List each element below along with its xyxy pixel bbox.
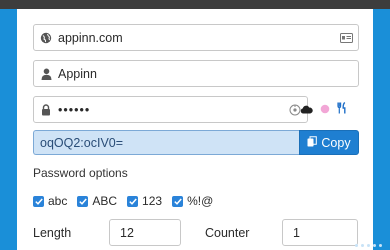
username-value: Appinn bbox=[58, 66, 97, 81]
pink-dot-icon bbox=[320, 101, 330, 119]
checkbox-checked-icon[interactable] bbox=[77, 195, 89, 207]
copy-label: Copy bbox=[321, 135, 351, 150]
option-label: %!@ bbox=[187, 194, 214, 208]
password-indicators bbox=[300, 96, 347, 123]
copy-button[interactable]: Copy bbox=[299, 130, 359, 155]
window-titlebar bbox=[0, 0, 390, 9]
option-label: 123 bbox=[142, 194, 163, 208]
password-value: •••••• bbox=[58, 102, 91, 117]
main-panel: appinn.com Appinn •••••• oqOQ2:ocIV0= Co… bbox=[17, 9, 373, 250]
domain-value: appinn.com bbox=[58, 30, 123, 45]
checkbox-checked-icon[interactable] bbox=[127, 195, 139, 207]
generated-password-value: oqOQ2:ocIV0= bbox=[40, 135, 124, 150]
fork-knife-icon bbox=[337, 101, 347, 119]
counter-label: Counter bbox=[205, 226, 250, 240]
length-input[interactable]: 12 bbox=[109, 219, 181, 246]
counter-value: 1 bbox=[293, 225, 300, 240]
generated-password-field[interactable]: oqOQ2:ocIV0= bbox=[33, 130, 299, 155]
lock-icon bbox=[34, 103, 58, 116]
option-digits[interactable]: 123 bbox=[127, 194, 162, 208]
watermark-dots bbox=[355, 244, 382, 247]
generated-password-row: oqOQ2:ocIV0= Copy bbox=[33, 130, 359, 155]
counter-input[interactable]: 1 bbox=[282, 219, 358, 246]
option-uppercase[interactable]: ABC bbox=[77, 194, 117, 208]
copy-icon bbox=[307, 135, 318, 150]
option-label: abc bbox=[48, 194, 68, 208]
checkbox-checked-icon[interactable] bbox=[172, 195, 184, 207]
length-value: 12 bbox=[120, 225, 134, 240]
length-label: Length bbox=[33, 226, 72, 240]
user-icon bbox=[34, 68, 58, 80]
globe-icon bbox=[34, 32, 58, 44]
option-lowercase[interactable]: abc bbox=[33, 194, 67, 208]
domain-input[interactable]: appinn.com bbox=[33, 24, 359, 51]
password-options-title: Password options bbox=[33, 166, 128, 180]
card-icon[interactable] bbox=[334, 32, 358, 43]
option-symbols[interactable]: %!@ bbox=[172, 194, 213, 208]
checkbox-checked-icon[interactable] bbox=[33, 195, 44, 207]
cloud-icon bbox=[300, 101, 313, 119]
username-input[interactable]: Appinn bbox=[33, 60, 359, 87]
password-options: abc ABC 123 %!@ bbox=[33, 194, 213, 208]
option-label: ABC bbox=[92, 194, 118, 208]
password-input[interactable]: •••••• bbox=[33, 96, 308, 123]
